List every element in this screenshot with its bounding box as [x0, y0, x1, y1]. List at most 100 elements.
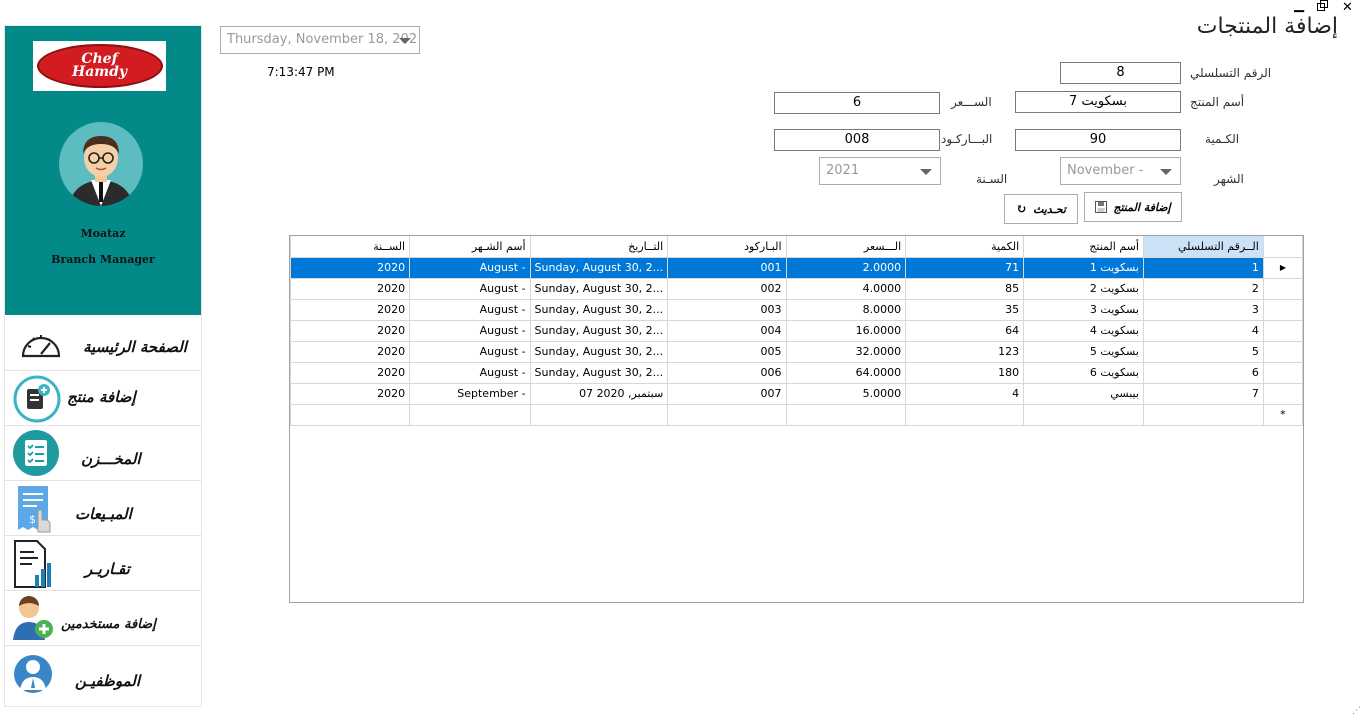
row-header[interactable] [1262, 319, 1303, 342]
col-header-serial[interactable]: الــرقم التسلسلي [1142, 236, 1264, 258]
cell-date[interactable]: Sunday, August 30, 2... [529, 277, 669, 300]
year-select[interactable]: 2021 [819, 157, 941, 185]
cell-barcode[interactable]: 002 [667, 277, 787, 300]
nav-inventory[interactable]: المخـــزن [5, 426, 201, 481]
cell-serial[interactable]: 5 [1142, 340, 1264, 363]
table-row[interactable]: 2020 August - Sunday, August 30, 2... 006 64… [290, 361, 1303, 384]
cell-date[interactable]: 07 سبتمبر, 2020 [529, 382, 669, 405]
cell-price[interactable]: 16.0000 [785, 319, 907, 342]
cell-price[interactable]: 64.0000 [785, 361, 907, 384]
cell-year[interactable]: 2020 [290, 340, 411, 363]
cell-serial[interactable]: 7 [1142, 382, 1264, 405]
cell-date[interactable]: Sunday, August 30, 2... [529, 340, 669, 363]
cell-quantity[interactable]: 64 [905, 319, 1025, 342]
new-row-cell[interactable] [409, 403, 531, 426]
col-header-product-name[interactable]: أسم المنتج [1023, 236, 1144, 258]
add-product-button[interactable]: إضافة المنتج [1084, 192, 1182, 222]
cell-month-name[interactable]: August - [409, 277, 531, 300]
cell-product-name[interactable]: بسكويت 6 [1023, 361, 1144, 384]
cell-quantity[interactable]: 71 [905, 256, 1025, 279]
new-row-cell[interactable] [667, 403, 787, 426]
cell-barcode[interactable]: 005 [667, 340, 787, 363]
cell-year[interactable]: 2020 [290, 256, 411, 279]
cell-serial[interactable]: 1 [1142, 256, 1264, 279]
col-header-price[interactable]: الـــسعر [785, 236, 907, 258]
col-header-month-name[interactable]: أسم الشـهر [409, 236, 531, 258]
table-row[interactable]: 2020 September -07 سبتمبر, 2020 007 5.0000 4… [290, 382, 1303, 405]
row-header[interactable] [1262, 340, 1303, 363]
col-header-year[interactable]: الســنة [290, 236, 411, 258]
new-row-cell[interactable] [785, 403, 907, 426]
nav-sales[interactable]: $ المبـيعات [5, 481, 201, 536]
cell-serial[interactable]: 3 [1142, 298, 1264, 321]
cell-month-name[interactable]: August - [409, 340, 531, 363]
row-header[interactable] [1262, 277, 1303, 300]
nav-add-product[interactable]: إضافة منتج [5, 371, 201, 426]
cell-serial[interactable]: 4 [1142, 319, 1264, 342]
cell-product-name[interactable]: بسكويت 5 [1023, 340, 1144, 363]
row-header-corner[interactable] [1262, 236, 1303, 258]
cell-quantity[interactable]: 4 [905, 382, 1025, 405]
cell-quantity[interactable]: 85 [905, 277, 1025, 300]
cell-month-name[interactable]: August - [409, 256, 531, 279]
month-select[interactable]: November - [1060, 157, 1181, 185]
new-row-cell[interactable] [290, 403, 411, 426]
cell-barcode[interactable]: 004 [667, 319, 787, 342]
cell-date[interactable]: Sunday, August 30, 2... [529, 298, 669, 321]
new-row-cell[interactable] [1142, 403, 1264, 426]
col-header-quantity[interactable]: الكمية [905, 236, 1025, 258]
cell-price[interactable]: 8.0000 [785, 298, 907, 321]
cell-date[interactable]: Sunday, August 30, 2... [529, 319, 669, 342]
cell-barcode[interactable]: 003 [667, 298, 787, 321]
cell-year[interactable]: 2020 [290, 361, 411, 384]
new-row-cell[interactable] [1023, 403, 1144, 426]
cell-month-name[interactable]: August - [409, 361, 531, 384]
barcode-field[interactable]: 008 [774, 129, 940, 151]
cell-barcode[interactable]: 001 [667, 256, 787, 279]
minimize-button[interactable]: ▁ [1294, 0, 1304, 14]
cell-year[interactable]: 2020 [290, 298, 411, 321]
cell-year[interactable]: 2020 [290, 382, 411, 405]
nav-reports[interactable]: تقـاريـر [5, 536, 201, 591]
cell-price[interactable]: 5.0000 [785, 382, 907, 405]
cell-quantity[interactable]: 180 [905, 361, 1025, 384]
price-field[interactable]: 6 [774, 92, 940, 114]
row-header[interactable] [1262, 298, 1303, 321]
cell-product-name[interactable]: بسكويت 2 [1023, 277, 1144, 300]
cell-date[interactable]: Sunday, August 30, 2... [529, 256, 669, 279]
new-row-cell[interactable] [905, 403, 1025, 426]
close-button[interactable]: ✕ [1342, 0, 1353, 16]
nav-add-users[interactable]: إضافة مستخدمين [5, 591, 201, 646]
col-header-date[interactable]: التــاريخ [529, 236, 669, 258]
product-name-field[interactable]: بسكويت 7 [1015, 91, 1181, 113]
cell-price[interactable]: 4.0000 [785, 277, 907, 300]
table-row[interactable]: 2020 August - Sunday, August 30, 2... 003 8.… [290, 298, 1303, 321]
nav-home[interactable]: الصفحة الرئيسية [5, 316, 201, 371]
row-header[interactable] [1262, 361, 1303, 384]
cell-year[interactable]: 2020 [290, 319, 411, 342]
col-header-barcode[interactable]: البـاركود [667, 236, 787, 258]
cell-month-name[interactable]: August - [409, 319, 531, 342]
cell-month-name[interactable]: August - [409, 298, 531, 321]
cell-product-name[interactable]: بسكويت 4 [1023, 319, 1144, 342]
new-row-marker[interactable]: * [1262, 403, 1303, 426]
refresh-button[interactable]: ↻ تحـديث [1004, 194, 1078, 224]
row-header[interactable] [1262, 382, 1303, 405]
cell-date[interactable]: Sunday, August 30, 2... [529, 361, 669, 384]
date-picker[interactable]: Thursday, November 18, 202 [220, 26, 420, 54]
new-row[interactable]: * [290, 403, 1303, 426]
serial-field[interactable]: 8 [1060, 62, 1181, 84]
cell-price[interactable]: 2.0000 [785, 256, 907, 279]
cell-serial[interactable]: 2 [1142, 277, 1264, 300]
new-row-cell[interactable] [529, 403, 669, 426]
quantity-field[interactable]: 90 [1015, 129, 1181, 151]
row-header[interactable]: ▶ [1262, 256, 1303, 279]
cell-quantity[interactable]: 123 [905, 340, 1025, 363]
cell-year[interactable]: 2020 [290, 277, 411, 300]
table-row[interactable]: 2020 August - Sunday, August 30, 2... 004 16… [290, 319, 1303, 342]
cell-barcode[interactable]: 007 [667, 382, 787, 405]
cell-product-name[interactable]: بسكويت 3 [1023, 298, 1144, 321]
cell-product-name[interactable]: بيبسي [1023, 382, 1144, 405]
cell-price[interactable]: 32.0000 [785, 340, 907, 363]
cell-month-name[interactable]: September - [409, 382, 531, 405]
